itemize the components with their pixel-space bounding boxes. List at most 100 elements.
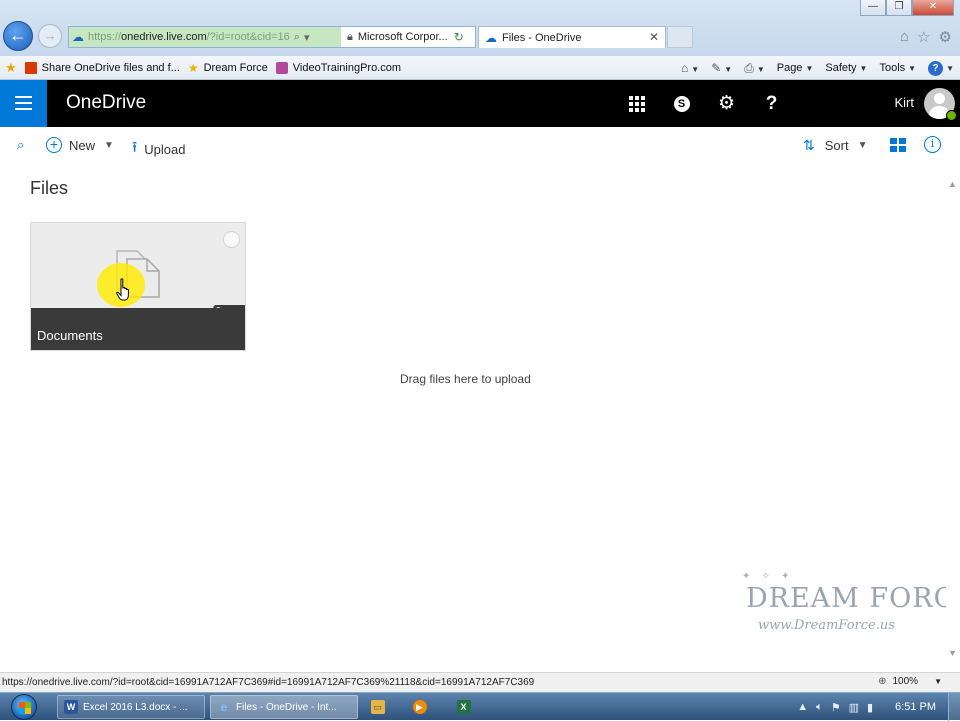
pen-icon: ✎ (711, 61, 722, 75)
dream-force-watermark: ✦ ✧ ✦ DREAM FORCE www.DreamForce.us (742, 571, 960, 637)
search-icon[interactable]: ⌕ (294, 31, 300, 44)
taskbar-clock[interactable]: 6:51 PM (895, 701, 936, 713)
site-icon (275, 61, 288, 74)
certificate-label: Microsoft Corpor... (357, 31, 448, 43)
system-tray: ▲ 🔈︎ ⚑ ▥ ▮ 6:51 PM (797, 693, 960, 721)
vertical-scrollbar[interactable]: ▲ ▼ (946, 178, 960, 668)
refresh-icon[interactable]: ↻ (454, 30, 464, 44)
volume-icon[interactable]: 🔈︎ (816, 701, 823, 714)
taskbar-excel[interactable]: X (448, 695, 484, 719)
play-icon: ▶ (412, 700, 427, 714)
tab-close-icon[interactable]: ✕ (649, 30, 659, 44)
sort-button[interactable]: ⇅ Sort ▼ (803, 137, 867, 154)
skype-button[interactable]: S (659, 80, 704, 127)
sort-icon: ⇅ (803, 137, 815, 153)
zoom-control[interactable]: ⊕ 100% ▼ (878, 676, 942, 687)
windows-logo-icon (11, 694, 37, 720)
taskbar-ie-onedrive[interactable]: e Files - OneDrive - Int... (210, 695, 358, 719)
word-icon: W (64, 700, 78, 714)
tab-files-onedrive[interactable]: ☁ Files - OneDrive ✕ (478, 26, 666, 48)
hamburger-icon (15, 108, 32, 110)
question-mark-icon: ? (765, 92, 778, 114)
home-icon[interactable]: ⌂ (900, 28, 909, 46)
print-icon: ⎙ (744, 60, 754, 75)
start-button[interactable] (5, 693, 43, 721)
upload-label: Upload (144, 142, 186, 157)
show-hidden-icons-icon[interactable]: ▲ (797, 701, 808, 713)
app-menu-button[interactable] (0, 80, 47, 127)
lock-icon: 🔒︎ (347, 30, 353, 43)
show-desktop-button[interactable] (948, 693, 960, 721)
page-menu[interactable]: Page ▼ (777, 62, 814, 74)
safety-menu[interactable]: Safety ▼ (825, 62, 867, 74)
folder-name: Documents (37, 328, 103, 343)
feeds-menu[interactable]: ✎ ▼ (711, 61, 732, 75)
taskbar-explorer[interactable]: ▭ (362, 695, 398, 719)
upload-icon: ⭱ (132, 139, 138, 156)
onedrive-cloud-icon: ☁ (485, 30, 497, 45)
search-button[interactable]: ⌕ (17, 137, 24, 153)
favorites-bar: ★ Share OneDrive files and f... ★ Dream … (0, 56, 960, 80)
battery-icon[interactable]: ▮ (867, 701, 873, 714)
user-name[interactable]: Kirt (895, 95, 915, 110)
plus-icon: + (46, 137, 62, 153)
browser-status-bar: https://onedrive.live.com/?id=root&cid=1… (0, 672, 960, 692)
restore-button[interactable]: ❐ (886, 0, 912, 16)
close-button[interactable]: ✕ (912, 0, 954, 16)
scroll-up-icon[interactable]: ▲ (948, 179, 957, 189)
tools-menu[interactable]: Tools ▼ (879, 62, 916, 74)
new-tab-button[interactable] (667, 26, 693, 48)
excel-icon: X (456, 700, 471, 714)
files-content: Files 10 Documents Drag files here to up… (0, 165, 960, 668)
settings-button[interactable]: ⚙ (704, 80, 749, 127)
tools-menu-label: Tools (879, 62, 906, 74)
details-pane-button[interactable]: i (924, 136, 941, 153)
new-button[interactable]: + New ▼ (46, 137, 114, 153)
action-center-flag-icon[interactable]: ⚑ (831, 701, 841, 714)
hamburger-icon (15, 96, 32, 98)
search-icon: ⌕ (17, 137, 25, 152)
window-controls: — ❐ ✕ (860, 0, 954, 16)
chevron-down-icon: ▼ (859, 64, 868, 73)
gear-icon: ⚙ (717, 93, 736, 114)
status-link-url: https://onedrive.live.com/?id=root&cid=1… (2, 677, 535, 688)
favorite-dream-force[interactable]: ★ Dream Force (188, 62, 268, 74)
help-menu[interactable]: ? ▼ (928, 60, 954, 76)
favorite-label: VideoTrainingPro.com (292, 61, 402, 74)
gear-icon[interactable]: ⚙ (939, 28, 952, 46)
app-launcher-button[interactable] (614, 80, 659, 127)
dropdown-arrow-icon[interactable]: ▾ (304, 31, 310, 44)
print-menu[interactable]: ⎙ ▼ (744, 61, 765, 76)
minimize-button[interactable]: — (860, 0, 886, 16)
tiles-view-icon (890, 138, 897, 144)
favorites-bar-star-icon[interactable]: ★ (5, 60, 17, 76)
favorite-videotrainingpro[interactable]: VideoTrainingPro.com (275, 61, 402, 74)
security-report[interactable]: 🔒︎ Microsoft Corpor... ↻ (341, 30, 464, 44)
chevron-down-icon: ▼ (805, 64, 814, 73)
hamburger-icon (15, 102, 32, 104)
chevron-down-icon: ▼ (934, 677, 942, 686)
taskbar-word-document[interactable]: W Excel 2016 L3.docx - ... (57, 695, 205, 719)
taskbar-media-player[interactable]: ▶ (404, 695, 440, 719)
safety-menu-label: Safety (825, 62, 857, 74)
url-field[interactable]: ☁ https://onedrive.live.com/?id=root&cid… (69, 27, 341, 47)
network-icon[interactable]: ▥ (849, 701, 859, 714)
back-button[interactable]: ← (3, 21, 33, 51)
chevron-down-icon: ▼ (756, 64, 765, 74)
home-menu[interactable]: ⌂ ▼ (681, 61, 699, 75)
chevron-down-icon: ▼ (724, 65, 733, 74)
app-title[interactable]: OneDrive (66, 92, 146, 114)
help-button[interactable]: ? (749, 80, 794, 127)
zoom-level: 100% (892, 676, 919, 687)
address-bar[interactable]: ☁ https://onedrive.live.com/?id=root&cid… (68, 26, 476, 48)
forward-button[interactable]: → (38, 24, 62, 48)
watermark-url: www.DreamForce.us (758, 618, 895, 633)
favorite-share-onedrive[interactable]: Share OneDrive files and f... (24, 61, 180, 74)
office-icon (24, 61, 37, 74)
upload-button[interactable]: ⭱ Upload (132, 137, 185, 162)
view-toggle-button[interactable] (890, 138, 906, 152)
favorites-star-icon[interactable]: ☆ (917, 28, 930, 46)
select-checkbox[interactable] (223, 231, 240, 248)
favorite-label: Dream Force (203, 61, 268, 74)
scroll-down-icon[interactable]: ▼ (948, 648, 957, 658)
